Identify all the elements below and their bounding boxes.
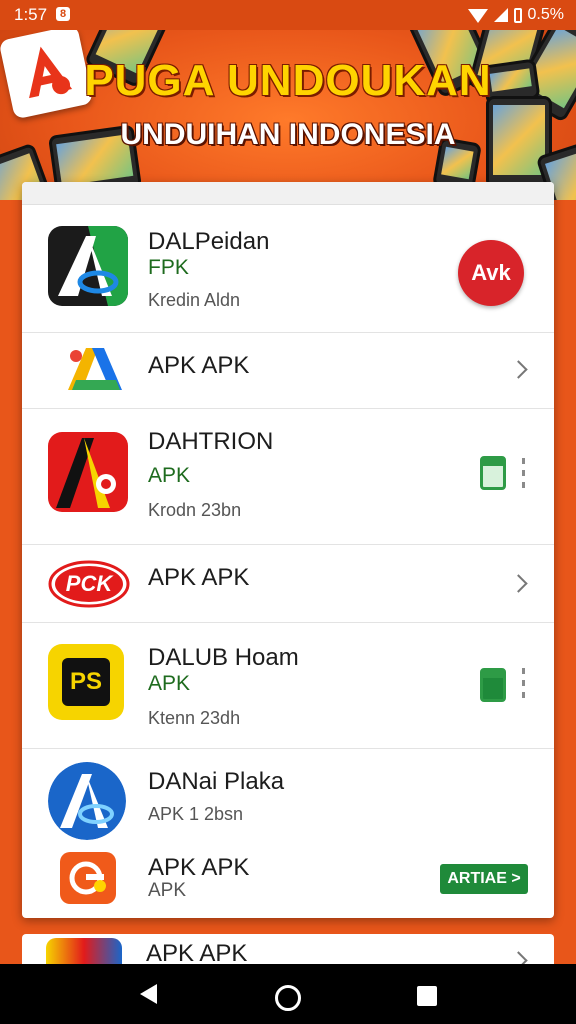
screen: PUGA UNDOUKAN UNDUIHAN INDONESIA 1:57 8 … <box>0 0 576 1024</box>
list-header-strip <box>22 182 554 205</box>
apk-badge-button[interactable]: Avk <box>458 240 524 306</box>
battery-icon <box>513 7 522 23</box>
app-list-item[interactable]: PCK APK APK <box>22 544 554 623</box>
action-button[interactable]: ARTIAE > <box>440 864 528 894</box>
app-icon: PCK <box>48 558 130 610</box>
install-icon[interactable] <box>480 668 506 702</box>
app-title: DANai Plaka <box>148 768 285 795</box>
app-icon <box>48 226 128 306</box>
app-subtitle: APK <box>148 880 187 901</box>
app-title: DALPeidan <box>148 228 270 255</box>
app-list-item[interactable]: PS DALUB Hoam APK Ktenn 23dh <box>22 622 554 749</box>
app-title: APK APK <box>148 352 250 379</box>
chevron-right-icon[interactable] <box>509 574 528 593</box>
app-meta: Krodn 23bn <box>148 500 242 520</box>
app-icon <box>48 432 128 512</box>
app-icon <box>48 762 126 840</box>
more-vert-icon[interactable] <box>522 668 525 698</box>
navigation-bar <box>0 964 576 1024</box>
install-icon[interactable] <box>480 456 506 490</box>
chevron-right-icon[interactable] <box>509 360 528 379</box>
app-title: APK APK <box>148 854 250 881</box>
battery-level: 0.5% <box>527 6 564 23</box>
app-list-item[interactable]: APK APK <box>22 332 554 409</box>
status-time: 1:57 <box>14 5 48 24</box>
app-icon <box>60 852 116 904</box>
app-icon <box>64 342 128 394</box>
app-list-item[interactable]: DALPeidan FPK Kredin Aldn Avk <box>22 204 554 333</box>
hero-banner: PUGA UNDOUKAN UNDUIHAN INDONESIA <box>0 0 576 200</box>
hero-subtitle: UNDUIHAN INDONESIA <box>120 118 456 151</box>
status-icons: 0.5% <box>467 5 564 25</box>
notification-icon: 8 <box>56 7 70 21</box>
app-title: DALUB Hoam <box>148 644 299 671</box>
app-meta: Ktenn 23dh <box>148 708 241 728</box>
hero-title: PUGA UNDOUKAN <box>84 56 492 105</box>
app-meta: APK 1 2bsn <box>148 804 244 824</box>
app-list-item[interactable]: DANai Plaka APK 1 2bsn <box>22 748 554 840</box>
wifi-icon <box>467 9 488 23</box>
status-bar: 1:57 8 0.5% <box>0 0 576 30</box>
app-list-item[interactable]: APK APK APK ARTIAE > <box>22 834 554 918</box>
recents-icon[interactable] <box>417 986 437 1006</box>
home-icon[interactable] <box>275 985 301 1011</box>
app-list-item[interactable]: DAHTRION APK Krodn 23bn <box>22 408 554 545</box>
app-icon-label: PS <box>69 668 102 695</box>
more-vert-icon[interactable] <box>522 458 525 488</box>
app-subtitle: APK <box>148 464 191 487</box>
app-list: DALPeidan FPK Kredin Aldn Avk APK APK DA… <box>22 182 554 918</box>
app-subtitle: APK <box>148 672 191 695</box>
app-title: APK APK <box>148 564 250 591</box>
app-subtitle: FPK <box>148 256 189 279</box>
signal-icon <box>493 8 508 22</box>
app-title: DAHTRION <box>148 428 274 455</box>
app-icon-label: PCK <box>65 571 113 596</box>
app-meta: Kredin Aldn <box>148 290 241 310</box>
back-icon[interactable] <box>140 984 157 1004</box>
app-icon: PS <box>48 644 124 720</box>
